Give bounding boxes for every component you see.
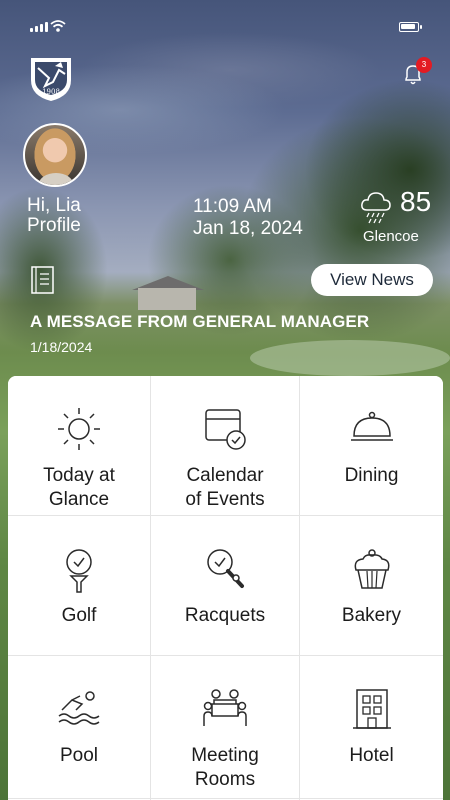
clock-block: 11:09 AM Jan 18, 2024 <box>193 196 303 240</box>
greeting-block[interactable]: Hi, Lia Profile <box>27 196 81 236</box>
racquet-icon <box>207 549 244 588</box>
greeting-text: Hi, Lia <box>27 195 81 216</box>
notification-badge: 3 <box>416 57 432 73</box>
meeting-icon <box>203 689 247 726</box>
sun-icon <box>58 408 100 450</box>
tile-golf[interactable]: Golf <box>8 516 150 655</box>
tile-label: Bakery <box>341 605 402 626</box>
document-icon <box>31 266 54 294</box>
tile-label: Calendar of Events <box>185 465 265 510</box>
tile-label: Racquets <box>184 605 266 626</box>
logo-year: 1908 <box>42 88 60 96</box>
avatar[interactable] <box>23 123 87 187</box>
tile-meeting-rooms[interactable]: Meeting Rooms <box>151 656 299 798</box>
tile-bakery[interactable]: Bakery <box>300 516 443 655</box>
calendar-check-icon <box>205 409 246 450</box>
cupcake-icon <box>354 549 389 589</box>
tile-label: Golf <box>61 605 97 626</box>
golf-ball-tee-icon <box>66 549 92 593</box>
tile-label: Hotel <box>349 745 394 766</box>
current-time: 11:09 AM <box>193 196 272 217</box>
tile-racquets[interactable]: Racquets <box>151 516 299 655</box>
cloche-icon <box>350 411 393 441</box>
current-date: Jan 18, 2024 <box>193 218 303 239</box>
tile-label: Today at Glance <box>43 465 115 510</box>
signal-icon <box>30 22 48 32</box>
temperature: 85 <box>400 186 432 217</box>
news-date: 1/18/2024 <box>30 339 93 355</box>
news-headline[interactable]: A MESSAGE FROM GENERAL MANAGER <box>30 312 369 332</box>
rain-cloud-icon <box>361 192 391 224</box>
club-logo[interactable]: 1908 <box>29 56 73 102</box>
battery-icon <box>399 22 422 32</box>
tile-pool[interactable]: Pool <box>8 656 150 798</box>
tile-dining[interactable]: Dining <box>300 376 443 515</box>
view-news-button[interactable]: View News <box>311 264 433 296</box>
wifi-icon <box>50 20 66 32</box>
tile-today-at-glance[interactable]: Today at Glance <box>8 376 150 515</box>
tile-calendar-of-events[interactable]: Calendar of Events <box>151 376 299 515</box>
profile-link[interactable]: Profile <box>27 216 81 236</box>
tile-hotel[interactable]: Hotel <box>300 656 443 798</box>
tile-label: Pool <box>59 745 99 766</box>
weather-location: Glencoe <box>363 228 419 245</box>
tile-label: Meeting Rooms <box>191 745 259 790</box>
status-bar <box>0 0 450 44</box>
tile-label: Dining <box>344 465 399 486</box>
weather-widget[interactable]: 85 Glencoe <box>360 186 440 246</box>
swimmer-icon <box>58 691 100 725</box>
feature-grid: Today at Glance Calendar of Events Dining <box>8 376 443 800</box>
hotel-icon <box>352 689 391 729</box>
